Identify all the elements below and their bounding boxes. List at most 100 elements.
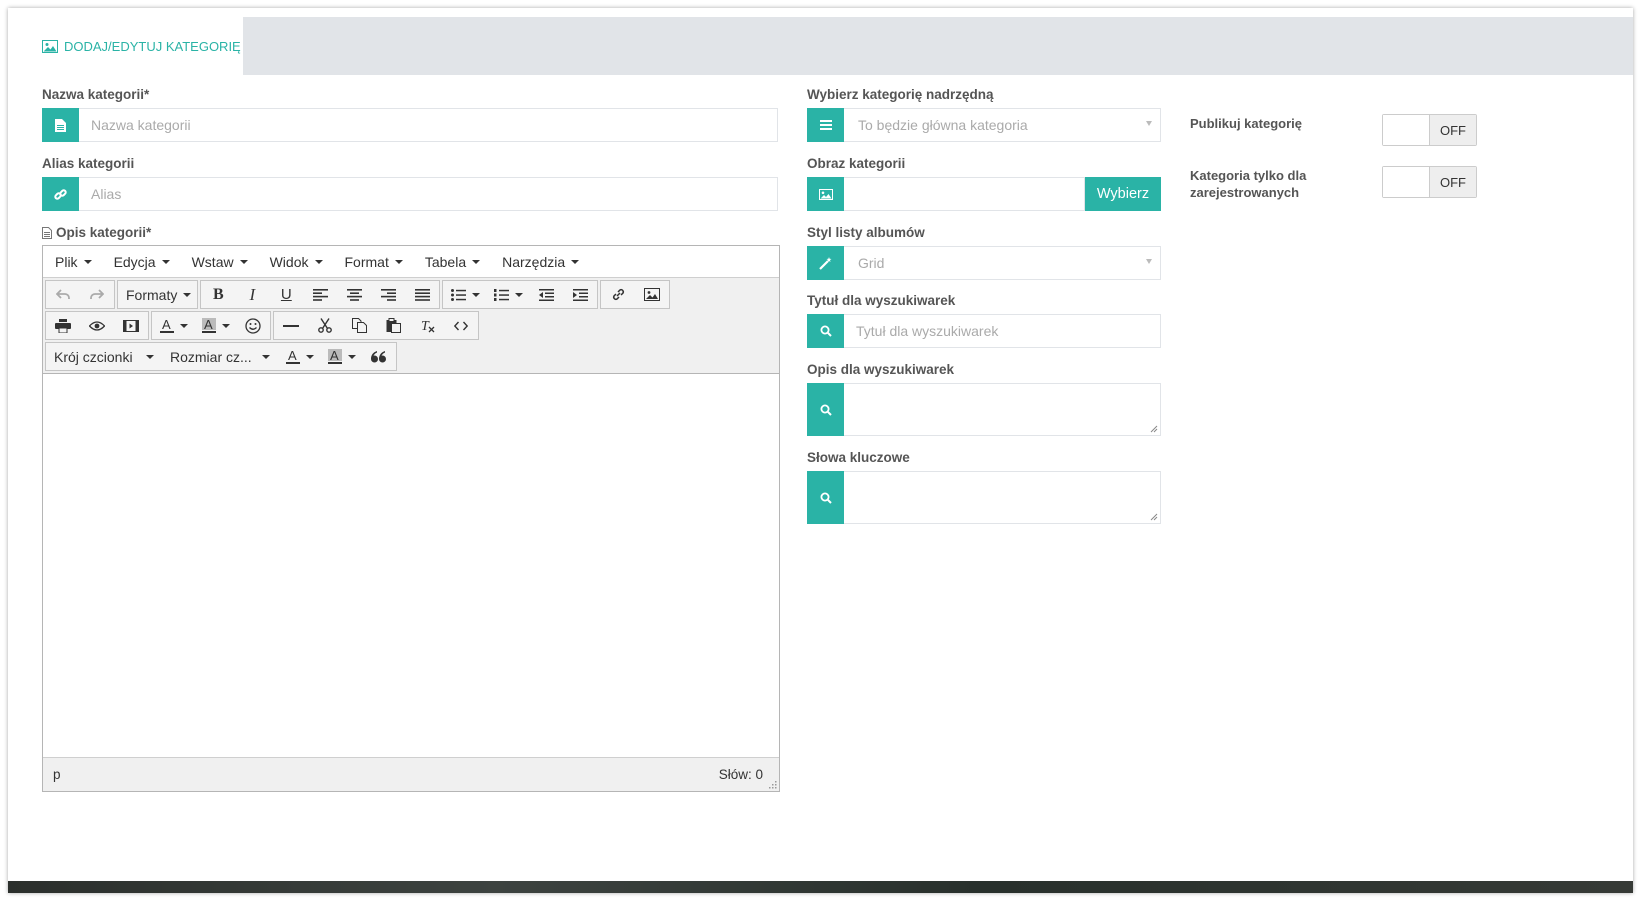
list-icon xyxy=(807,108,844,142)
page-frame: DODAJ/EDYTUJ KATEGORIĘ Nazwa kategorii* … xyxy=(8,8,1633,893)
copy-icon[interactable] xyxy=(342,312,376,339)
numbered-list-icon[interactable] xyxy=(486,281,529,308)
bullet-list-icon[interactable] xyxy=(443,281,486,308)
menu-table[interactable]: Tabela xyxy=(425,254,481,270)
chevron-down-icon xyxy=(1146,121,1152,126)
seo-description-textarea[interactable] xyxy=(844,383,1161,436)
toggle-knob xyxy=(1383,167,1430,197)
image-group: Wybierz xyxy=(807,177,1161,211)
menu-file[interactable]: Plik xyxy=(55,254,92,270)
underline-icon[interactable]: U xyxy=(269,281,303,308)
svg-text:A: A xyxy=(162,318,171,332)
formats-dropdown[interactable]: Formaty xyxy=(118,281,197,308)
registered-only-toggle[interactable]: OFF xyxy=(1382,166,1477,198)
menu-format[interactable]: Format xyxy=(345,254,403,270)
description-label-row: Opis kategorii* xyxy=(42,225,151,240)
background-image-strip xyxy=(8,881,1633,893)
tab-label: DODAJ/EDYTUJ KATEGORIĘ xyxy=(64,38,241,54)
search-icon xyxy=(807,314,844,348)
alias-input[interactable]: Alias xyxy=(79,177,778,211)
undo-icon[interactable] xyxy=(46,281,80,308)
highlight-color-icon[interactable]: A xyxy=(320,343,362,370)
toggle-knob xyxy=(1383,115,1430,145)
align-right-icon[interactable] xyxy=(371,281,405,308)
picture-icon xyxy=(807,177,844,211)
parent-category-label: Wybierz kategorię nadrzędną xyxy=(807,87,994,102)
source-code-icon[interactable] xyxy=(444,312,478,339)
align-left-icon[interactable] xyxy=(303,281,337,308)
keywords-group xyxy=(807,471,1161,524)
album-style-group: Grid xyxy=(807,246,1161,280)
svg-text:A: A xyxy=(288,349,297,363)
align-center-icon[interactable] xyxy=(337,281,371,308)
resize-grip-icon[interactable] xyxy=(1150,513,1158,521)
svg-text:T: T xyxy=(421,319,430,333)
font-size-dropdown[interactable]: Rozmiar cz... xyxy=(162,343,278,370)
toggle-state: OFF xyxy=(1430,115,1476,145)
resize-handle-icon[interactable] xyxy=(768,780,777,789)
album-style-value: Grid xyxy=(858,255,885,271)
svg-text:A: A xyxy=(330,349,339,363)
parent-category-select[interactable]: To będzie główna kategoria xyxy=(844,108,1161,142)
seo-title-group: Tytuł dla wyszukiwarek xyxy=(807,314,1161,348)
keywords-label: Słowa kluczowe xyxy=(807,450,910,465)
menu-view[interactable]: Widok xyxy=(270,254,323,270)
word-count: Słów: 0 xyxy=(718,767,763,782)
name-input-group: Nazwa kategorii xyxy=(42,108,778,142)
link-icon xyxy=(42,177,79,211)
bold-icon[interactable]: B xyxy=(201,281,235,308)
tab-bar: DODAJ/EDYTUJ KATEGORIĘ xyxy=(12,17,1633,75)
category-name-input[interactable]: Nazwa kategorii xyxy=(79,108,778,142)
editor-content-area[interactable] xyxy=(43,375,779,757)
resize-grip-icon[interactable] xyxy=(1150,425,1158,433)
document-icon xyxy=(42,108,79,142)
menu-insert[interactable]: Wstaw xyxy=(192,254,248,270)
registered-only-label-line1: Kategoria tylko dla xyxy=(1190,168,1307,183)
print-icon[interactable] xyxy=(46,312,80,339)
redo-icon[interactable] xyxy=(80,281,114,308)
media-icon[interactable] xyxy=(114,312,148,339)
image-label: Obraz kategorii xyxy=(807,156,906,171)
magic-wand-icon xyxy=(807,246,844,280)
image-insert-icon[interactable] xyxy=(635,281,669,308)
horizontal-rule-icon[interactable] xyxy=(274,312,308,339)
cut-icon[interactable] xyxy=(308,312,342,339)
album-style-select[interactable]: Grid xyxy=(844,246,1161,280)
seo-description-group xyxy=(807,383,1161,436)
image-path-input[interactable] xyxy=(844,177,1085,211)
publish-toggle[interactable]: OFF xyxy=(1382,114,1477,146)
search-icon xyxy=(807,383,844,436)
element-path[interactable]: p xyxy=(53,767,61,782)
parent-category-value: To będzie główna kategoria xyxy=(858,117,1028,133)
registered-only-label: Kategoria tylko dla zarejestrowanych xyxy=(1190,167,1306,201)
tab-add-edit-category[interactable]: DODAJ/EDYTUJ KATEGORIĘ xyxy=(12,17,243,75)
paste-icon[interactable] xyxy=(376,312,410,339)
publish-label: Publikuj kategorię xyxy=(1190,116,1302,131)
clear-formatting-icon[interactable]: T xyxy=(410,312,444,339)
menu-edit[interactable]: Edycja xyxy=(114,254,170,270)
file-icon xyxy=(42,226,52,239)
font-color-icon[interactable]: A xyxy=(278,343,320,370)
image-icon xyxy=(42,39,58,53)
align-justify-icon[interactable] xyxy=(405,281,439,308)
toggle-state: OFF xyxy=(1430,167,1476,197)
indent-icon[interactable] xyxy=(563,281,597,308)
registered-only-label-line2: zarejestrowanych xyxy=(1190,185,1300,200)
svg-text:A: A xyxy=(204,318,213,332)
description-label: Opis kategorii* xyxy=(56,225,152,240)
seo-title-input[interactable]: Tytuł dla wyszukiwarek xyxy=(844,314,1161,348)
link-insert-icon[interactable] xyxy=(601,281,635,308)
preview-eye-icon[interactable] xyxy=(80,312,114,339)
keywords-textarea[interactable] xyxy=(844,471,1161,524)
outdent-icon[interactable] xyxy=(529,281,563,308)
background-color-icon[interactable]: A xyxy=(194,312,236,339)
alias-input-group: Alias xyxy=(42,177,778,211)
menu-tools[interactable]: Narzędzia xyxy=(502,254,580,270)
italic-icon[interactable]: I xyxy=(235,281,269,308)
emoticon-icon[interactable] xyxy=(236,312,270,339)
text-color-icon[interactable]: A xyxy=(152,312,194,339)
font-family-dropdown[interactable]: Krój czcionki xyxy=(46,343,162,370)
blockquote-icon[interactable] xyxy=(362,343,396,370)
editor-toolbar: Formaty B I U A A T Krój czcionki Rozmia… xyxy=(43,278,779,374)
choose-image-button[interactable]: Wybierz xyxy=(1085,177,1161,211)
